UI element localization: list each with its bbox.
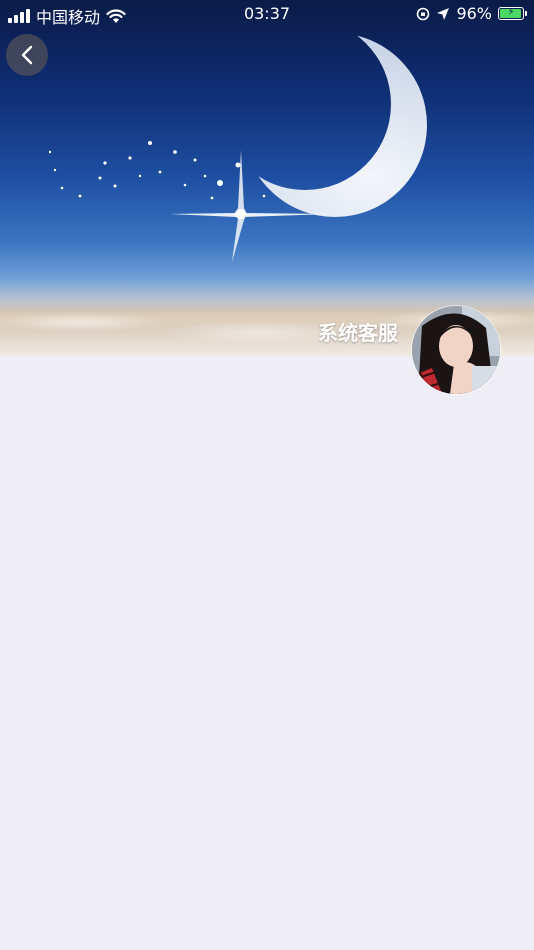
battery-percent: 96% [456, 4, 492, 23]
status-bar: 中国移动 03:37 96% ⚡ [0, 0, 534, 28]
back-button[interactable] [6, 34, 48, 76]
chevron-left-icon [21, 45, 33, 65]
profile-cover [0, 0, 534, 356]
battery-charging-icon: ⚡ [498, 7, 527, 20]
profile-name: 系统客服 [318, 321, 398, 345]
avatar[interactable] [412, 306, 500, 394]
orientation-lock-icon [417, 7, 430, 20]
avatar-photo [412, 306, 500, 394]
location-arrow-icon [437, 7, 450, 20]
